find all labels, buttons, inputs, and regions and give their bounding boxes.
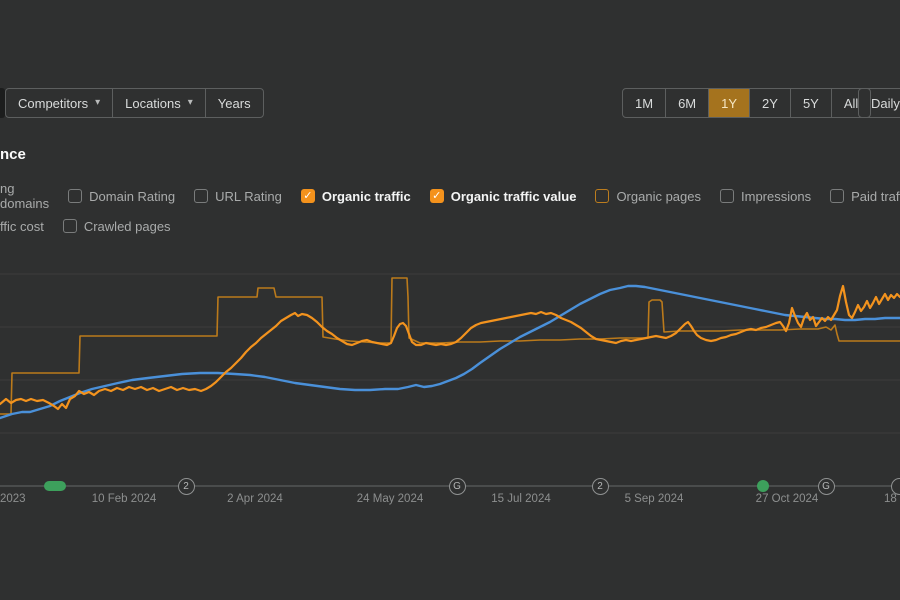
metric-label: Organic traffic [322,189,411,204]
metric-label: Paid traffic [851,189,900,204]
metric-checkbox-organic-traffic[interactable]: ✓ Organic traffic [301,189,411,204]
x-axis-date-label: 2 Apr 2024 [227,493,283,505]
x-axis-date-label: 5 Sep 2024 [625,493,684,505]
granularity-button-label: Daily [871,96,900,111]
checkbox-icon [595,189,609,203]
timeline-event-marker-g[interactable]: G [449,478,466,495]
metric-checkbox-crawled-pages[interactable]: Crawled pages [63,219,171,234]
metric-label: Domain Rating [89,189,175,204]
filter-button-group: Competitors ▾ Locations ▾ Years [5,88,264,118]
checkbox-icon: ✓ [430,189,444,203]
metric-checkbox-url-rating[interactable]: URL Rating [194,189,282,204]
timeline-event-marker-green[interactable] [44,481,66,491]
timeline-event-marker-green[interactable] [757,480,769,492]
range-button-6m[interactable]: 6M [666,89,709,117]
metric-label: Organic traffic value [451,189,577,204]
range-button-5y[interactable]: 5Y [791,89,832,117]
chart-line-organic-traffic [0,286,900,418]
checkbox-icon [830,189,844,203]
chart-line-organic-traffic-value [0,286,900,409]
checkbox-icon [194,189,208,203]
x-axis-date-label: 10 Feb 2024 [92,493,157,505]
chevron-down-icon: ▾ [95,98,100,108]
filter-button-label: Competitors [18,96,88,111]
filter-button-competitors[interactable]: Competitors ▾ [6,89,113,117]
metric-label: URL Rating [215,189,282,204]
range-button-1m[interactable]: 1M [623,89,666,117]
timeline-event-marker-2[interactable]: 2 [592,478,609,495]
performance-heading-clipped: nce [0,146,26,163]
range-button-2y[interactable]: 2Y [750,89,791,117]
x-axis-date-label: 24 May 2024 [357,493,424,505]
x-axis-date-label: 18 Dec 2024 [884,493,900,505]
metric-label-clipped: ffic cost [0,219,44,234]
check-icon: ✓ [432,191,441,202]
checkbox-icon [720,189,734,203]
x-axis-date-label: 15 Jul 2024 [491,493,550,505]
performance-chart [0,240,900,485]
metric-label-clipped: ng domains [0,181,49,211]
metric-checkbox-paid-traffic[interactable]: Paid traffic [830,189,900,204]
checkbox-icon [63,219,77,233]
check-icon: ✓ [303,191,312,202]
checkbox-icon: ✓ [301,189,315,203]
x-axis-date-label: 2023 [0,493,26,505]
date-range-button-group: 1M6M1Y2Y5YAll [622,88,871,118]
filter-button-label: Years [218,96,251,111]
timeline-event-marker-2[interactable]: 2 [178,478,195,495]
metric-checkbox-organic-traffic-value[interactable]: ✓ Organic traffic value [430,189,577,204]
filter-button-label: Locations [125,96,181,111]
metric-label: Organic pages [616,189,701,204]
metric-checkbox-domain-rating[interactable]: Domain Rating [68,189,175,204]
filter-button-years[interactable]: Years [206,89,263,117]
metric-checkbox-organic-pages[interactable]: Organic pages [595,189,701,204]
range-button-1y[interactable]: 1Y [709,89,750,117]
chevron-down-icon: ▾ [188,98,193,108]
checkbox-icon [68,189,82,203]
ahrefs-performance-page: { "page": {"background": "#2f3030", "acc… [0,0,900,600]
metrics-row-2: ffic cost Crawled pages [0,217,171,235]
granularity-button[interactable]: Daily ▾ [858,88,900,118]
filter-button-locations[interactable]: Locations ▾ [113,89,206,117]
chart-line-organic-pages-hover-preview- [0,278,900,414]
metric-checkbox-impressions[interactable]: Impressions [720,189,811,204]
metrics-row-1: ng domainsDomain RatingURL Rating✓Organi… [0,187,900,205]
timeline-event-marker-g[interactable]: G [818,478,835,495]
metric-label: Crawled pages [84,219,171,234]
x-axis-date-label: 27 Oct 2024 [756,493,819,505]
metric-label: Impressions [741,189,811,204]
